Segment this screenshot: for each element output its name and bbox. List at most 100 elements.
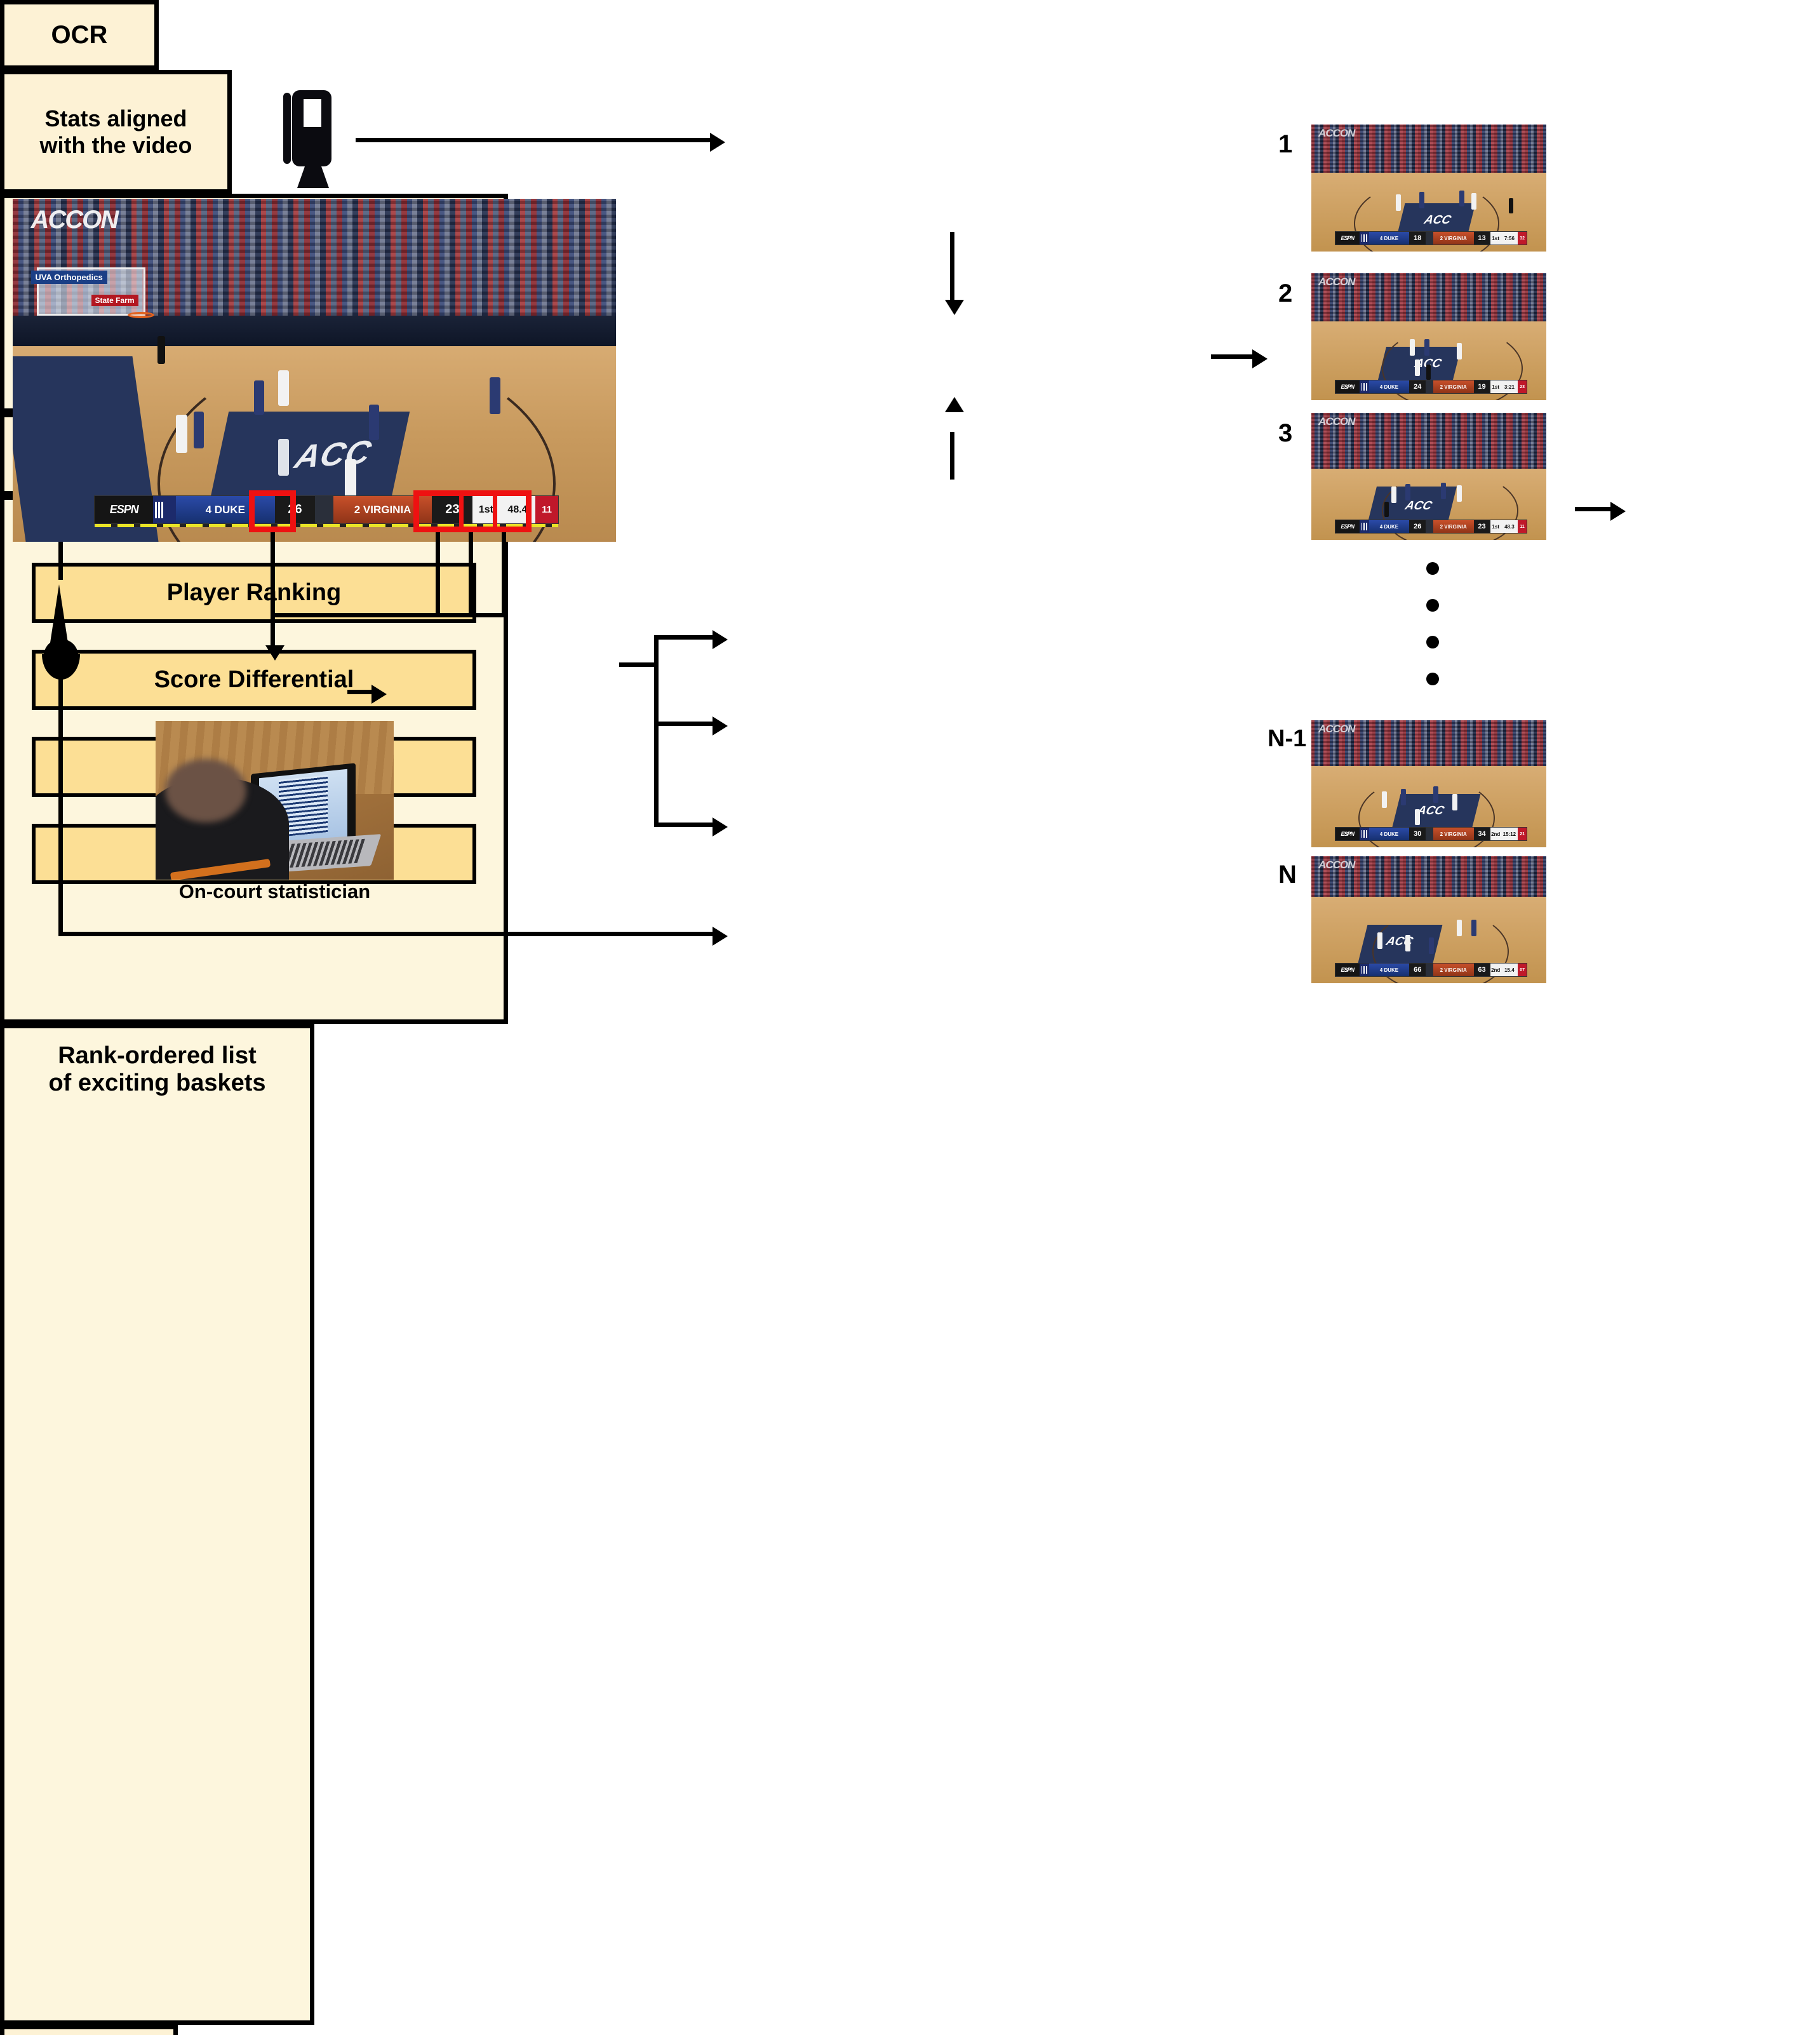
ocr-droplink-3 <box>469 532 473 617</box>
stats-branch-basket-type <box>654 823 714 827</box>
rank-3-clock: 48.3 <box>1501 520 1518 533</box>
rank-3-away-team: 4 DUKE <box>1368 520 1410 533</box>
arrowhead-to-score-differential <box>713 716 728 735</box>
rank-number-2: 2 <box>1278 279 1293 307</box>
rank-n-1-network: ESPN <box>1335 828 1360 840</box>
connector-mic-to-audio <box>58 932 714 936</box>
rank-thumbnail-3[interactable]: ACCON ACC ESPN 4 DUKE 26 2 VIRGINIA 23 1… <box>1311 413 1546 540</box>
cue-box-score-differential[interactable]: Score Differential <box>32 650 476 711</box>
rank-n-1-clock: 15:12 <box>1501 828 1518 840</box>
cue-player-ranking-label: Player Ranking <box>166 579 342 607</box>
rank-2-network: ESPN <box>1335 380 1360 393</box>
rank-thumbnail-n-minus-1[interactable]: ACCON ACC ESPN 4 DUKE 30 2 VIRGINIA 34 2… <box>1311 720 1546 847</box>
ellipsis-dot-1 <box>1426 562 1439 575</box>
rank-thumbnail-2[interactable]: ACCON ACC ESPN 4 DUKE 24 2 VIRGINIA 19 1… <box>1311 273 1546 400</box>
rank-2-home-team: 2 VIRGINIA <box>1433 380 1474 393</box>
rank-1-home-team: 2 VIRGINIA <box>1433 232 1474 245</box>
ocr-bus <box>271 613 506 617</box>
ocr-droplink-4 <box>502 532 506 617</box>
stats-bus-vertical <box>654 635 659 827</box>
connector-video-to-mic <box>58 542 63 580</box>
rank-3-home-team: 2 VIRGINIA <box>1433 520 1474 533</box>
arrowhead-weighted-to-rank-list <box>1252 349 1268 368</box>
arrowhead-to-ocr <box>265 645 284 661</box>
stats-branch-player-ranking <box>654 635 714 640</box>
rank-n-network: ESPN <box>1335 964 1360 976</box>
game-highlights-box[interactable]: Game Highlights <box>0 2025 178 2035</box>
rank-number-1: 1 <box>1278 130 1293 158</box>
arrowhead-ocr-to-stats <box>371 685 387 704</box>
rank-2-away-score: 24 <box>1409 380 1426 393</box>
rank-3-home-score: 23 <box>1473 520 1490 533</box>
rank-3-away-score: 26 <box>1409 520 1426 533</box>
stats-label-line2: with the video <box>39 131 192 158</box>
rank-1-period: 1st <box>1490 232 1501 245</box>
stats-branch-score-differential <box>654 722 714 726</box>
rank-2-clock: 3:21 <box>1501 380 1518 393</box>
ocr-label: OCR <box>51 20 108 49</box>
rank-3-period: 1st <box>1490 520 1501 533</box>
rank-3-network: ESPN <box>1335 520 1360 533</box>
rank-n-1-home-team: 2 VIRGINIA <box>1433 828 1474 840</box>
ocr-highlight-away-score <box>249 490 296 532</box>
signage-uva-orthopedics: UVA Orthopedics <box>30 271 107 285</box>
rank-thumbnail-n-minus-1-scorebug: ESPN 4 DUKE 30 2 VIRGINIA 34 2nd 15:12 2… <box>1335 827 1528 841</box>
connector-mic-down <box>58 678 63 936</box>
rank-thumbnail-3-scorebug: ESPN 4 DUKE 26 2 VIRGINIA 23 1st 48.3 11 <box>1335 520 1528 534</box>
rank-list-title-line1: Rank-ordered list <box>58 1042 257 1069</box>
rank-1-shot-clock: 32 <box>1517 232 1527 245</box>
signage-state-farm: State Farm <box>91 295 138 307</box>
arrowhead-to-player-ranking <box>713 630 728 649</box>
court-acc-logo: ACC <box>290 433 375 476</box>
rank-2-home-score: 19 <box>1473 380 1490 393</box>
rank-2-shot-clock: 23 <box>1517 380 1527 393</box>
diagram-canvas: ACCON UVA Orthopedics State Farm ACC ESP… <box>0 0 1820 2035</box>
rank-number-3: 3 <box>1278 419 1293 447</box>
arrowhead-visual-to-weighted <box>945 300 964 315</box>
rank-n-shot-clock: 07 <box>1517 964 1527 976</box>
rank-n-1-home-score: 34 <box>1473 828 1490 840</box>
rank-thumbnail-1-scorebug: ESPN 4 DUKE 18 2 VIRGINIA 13 1st 7:56 32 <box>1335 231 1528 245</box>
rank-n-away-score: 66 <box>1409 964 1426 976</box>
ocr-droplink-2 <box>436 532 440 617</box>
arrowhead-camera-to-visual-cues <box>710 133 725 152</box>
video-camera-icon <box>283 90 342 189</box>
ellipsis-dot-3 <box>1426 636 1439 648</box>
arrowhead-mic-to-audio <box>713 927 728 946</box>
connector-ocr-to-stats <box>347 690 373 694</box>
stats-bus-stub <box>619 662 657 667</box>
arrowhead-to-basket-type <box>713 817 728 836</box>
rank-thumbnail-n-scorebug: ESPN 4 DUKE 66 2 VIRGINIA 63 2nd 15.4 07 <box>1335 963 1528 977</box>
stats-aligned-box[interactable]: Stats aligned with the video <box>0 70 232 194</box>
rank-n-home-team: 2 VIRGINIA <box>1433 964 1474 976</box>
ocr-box[interactable]: OCR <box>0 0 159 70</box>
rank-2-away-team: 4 DUKE <box>1368 380 1410 393</box>
rank-1-away-team: 4 DUKE <box>1368 232 1410 245</box>
scorebug-shot-clock: 11 <box>535 496 558 524</box>
rank-n-home-score: 63 <box>1473 964 1490 976</box>
connector-rank-list-to-output <box>1575 507 1613 511</box>
statistician-caption: On-court statistician <box>178 880 371 903</box>
rank-n-period: 2nd <box>1490 964 1501 976</box>
rank-list-title-line2: of exciting baskets <box>48 1069 266 1096</box>
ocr-highlight-home-score-period-clock <box>413 490 532 532</box>
rank-thumbnail-2-scorebug: ESPN 4 DUKE 24 2 VIRGINIA 19 1st 3:21 23 <box>1335 380 1528 394</box>
rank-n-1-shot-clock: 21 <box>1517 828 1527 840</box>
ocr-highlight-divider-1 <box>459 490 464 532</box>
statistician-photo <box>156 721 394 880</box>
rank-1-network: ESPN <box>1335 232 1360 245</box>
rank-ordered-list-panel: Rank-ordered list of exciting baskets <box>0 1024 314 2025</box>
rank-n-away-team: 4 DUKE <box>1368 964 1410 976</box>
connector-camera-to-visual-cues <box>356 138 711 142</box>
microphone-icon <box>40 584 82 681</box>
broadcast-network-logo: ACCON <box>30 205 119 234</box>
rank-number-n-minus-1: N-1 <box>1268 725 1307 752</box>
rank-thumbnail-1[interactable]: ACCON ACC ESPN 4 DUKE 18 2 VIRGINIA 13 1… <box>1311 124 1546 252</box>
rank-3-shot-clock: 11 <box>1517 520 1527 533</box>
stats-label-line1: Stats aligned <box>44 105 187 132</box>
cue-score-differential-label: Score Differential <box>154 666 354 694</box>
scorebug-network: ESPN <box>95 496 154 524</box>
rank-thumbnail-n[interactable]: ACCON ACC ESPN 4 DUKE 66 2 VIRGINIA 63 2… <box>1311 856 1546 983</box>
rank-n-clock: 15.4 <box>1501 964 1518 976</box>
rank-n-1-away-score: 30 <box>1409 828 1426 840</box>
